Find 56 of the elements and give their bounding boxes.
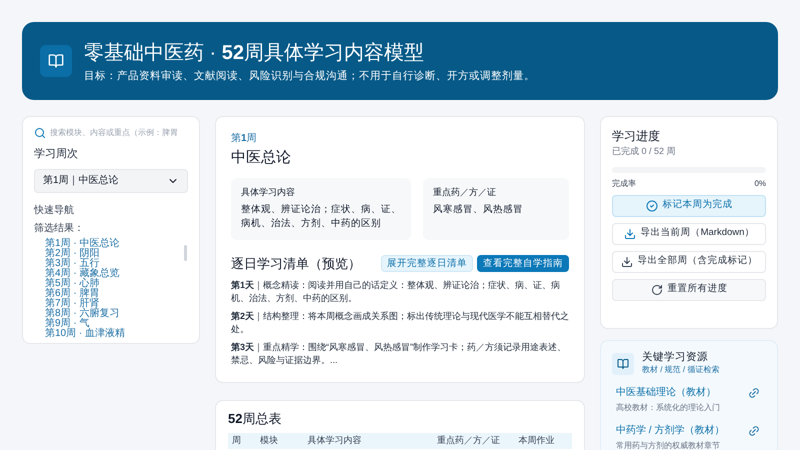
nav-link[interactable]: 第1周 · 中医总论	[45, 238, 180, 248]
nav-link[interactable]: 第9周 · 气	[45, 318, 180, 328]
book-icon	[612, 352, 634, 374]
nav-link[interactable]: 第7周 · 肝肾	[45, 298, 180, 308]
table-title: 52周总表	[228, 411, 282, 427]
check-circle-icon	[646, 200, 658, 212]
daily-item: 第3天｜重点精学：围绕“风寒感冒、风热感冒”制作学习卡；药／方须记录用途表述、禁忌、风险与证据边界。...	[231, 340, 568, 366]
week-number: 第1周	[231, 132, 258, 146]
resource-link[interactable]: 中药学 / 方剂学（教材）	[616, 423, 724, 438]
rate-label: 完成率	[612, 178, 636, 190]
panel-text: 整体观、辨证论治；症状、病、证、病机、治法、方剂、中药的区别	[241, 202, 401, 230]
week-select[interactable]: 第1周｜中医总论	[34, 168, 188, 192]
reset-icon	[650, 284, 662, 296]
resource-link[interactable]: 中医基础理论（教材）	[616, 385, 720, 400]
daily-item: 第2天｜结构整理：将本周概念画成关系图；标出传统理论与现代医学不能互相替代之处。	[231, 310, 569, 336]
quick-nav-label: 快速导航	[34, 204, 75, 218]
book-icon	[40, 45, 72, 77]
progress-title: 学习进度	[612, 128, 661, 145]
nav-link[interactable]: 第6周 · 脾胃	[45, 288, 180, 298]
resources-title: 关键学习资源	[642, 351, 709, 364]
column-header: 具体学习内容	[308, 434, 363, 448]
resource-description: 常用药与方剂的权威教材章节	[616, 440, 721, 450]
column-header: 重点药／方／证	[436, 434, 501, 448]
nav-link[interactable]: 第10周 · 血津液精	[45, 328, 180, 338]
progress-action-button[interactable]: 导出全部周（含完成标记）	[612, 250, 766, 272]
nav-link[interactable]: 第8周 · 六腑复习	[45, 308, 180, 318]
rate-value: 0%	[754, 178, 766, 190]
nav-link[interactable]: 第4周 · 藏象总览	[45, 268, 180, 278]
progress-action-button[interactable]: 重置所有进度	[612, 278, 766, 300]
page-subtitle: 目标：产品资料审读、文献阅读、风险识别与合规沟通；不用于自行诊断、开方或调整剂量。	[84, 68, 535, 82]
guide-button[interactable]: 查看完整自学指南	[477, 255, 569, 272]
panel-text: 风寒感冒、风热感冒	[433, 202, 524, 216]
progress-summary: 已完成 0 / 52 周	[612, 145, 677, 158]
column-header: 本周作业	[518, 434, 556, 448]
daily-item: 第1天｜概念精读：阅读并用自己的话定义：整体观、辨证论治；症状、病、证、病机、治法、方剂、中药的区别。	[231, 278, 562, 304]
filter-label: 筛选结果：	[34, 222, 85, 236]
panel-label: 具体学习内容	[241, 186, 296, 199]
nav-link[interactable]: 第5周 · 心肺	[45, 278, 180, 288]
daily-title: 逐日学习清单（预览）	[231, 255, 361, 273]
resource-description: 高校教材：系统化的理论入门	[616, 402, 720, 414]
nav-link[interactable]: 第3周 · 五行	[45, 258, 180, 268]
download-icon	[624, 228, 636, 240]
resources-subtitle: 教材 / 规范 / 循证检索	[642, 364, 720, 376]
week-title: 中医总论	[231, 148, 292, 168]
page-title: 零基础中医药 · 52周具体学习内容模型	[84, 40, 426, 66]
column-header: 模块	[260, 434, 279, 448]
panel-label: 重点药／方／证	[433, 186, 497, 199]
progress-action-button[interactable]: 标记本周为完成	[612, 194, 766, 216]
column-header: 周	[232, 434, 242, 448]
progress-action-button[interactable]: 导出当前周（Markdown）	[612, 222, 766, 244]
download-icon	[620, 256, 632, 268]
search-field[interactable]: 搜索模块、内容或重点（示例：脾胃	[34, 126, 188, 140]
search-icon	[34, 127, 46, 139]
nav-link[interactable]: 第2周 · 阴阳	[45, 248, 180, 258]
guide-button[interactable]: 展开完整逐日清单	[381, 255, 473, 272]
week-label: 学习周次	[34, 147, 79, 162]
